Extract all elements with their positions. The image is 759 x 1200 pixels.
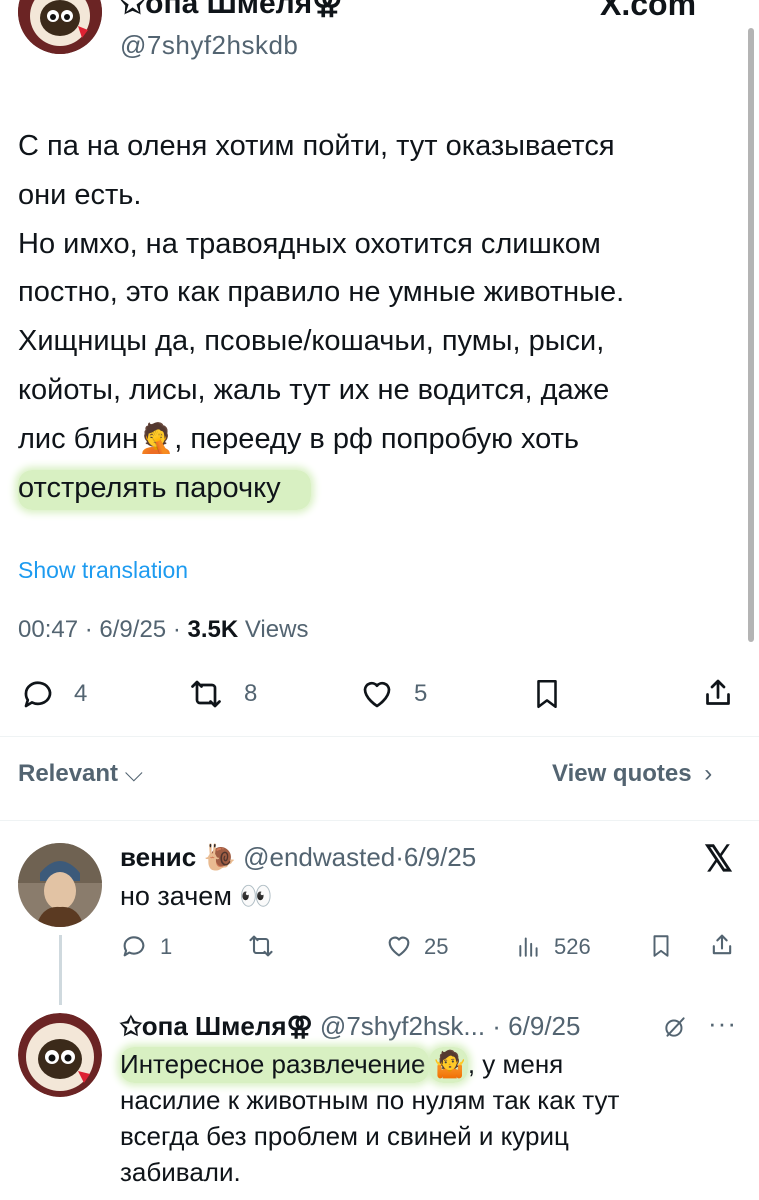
reply-avatar[interactable] <box>18 843 102 927</box>
repost-icon <box>191 680 221 708</box>
reply-author-handle[interactable]: @endwasted <box>243 842 395 872</box>
reply-author-name[interactable]: венис <box>120 842 196 872</box>
separator-dot: · <box>84 616 100 643</box>
chevron-down-icon: ⌵ <box>124 760 143 787</box>
tweet-date: 6/9/25 <box>99 616 167 643</box>
views-icon <box>519 937 538 957</box>
view-quotes-label: View quotes <box>552 760 692 787</box>
view-quotes-link[interactable]: View quotes › <box>552 760 712 788</box>
sort-label: Relevant <box>18 760 119 787</box>
tweet-time: 00:47 <box>18 616 79 643</box>
reply-icon <box>24 681 52 708</box>
reply-text-segment: , у меня <box>467 1049 564 1079</box>
reply-views-count: 526 <box>554 934 591 959</box>
reply-date[interactable]: 6/9/25 <box>404 842 476 872</box>
reply-text-line: забивали. <box>120 1157 241 1187</box>
reply-author-name[interactable]: ✩опа Шмеля⚢ <box>120 1011 313 1041</box>
chevron-right-icon: › <box>704 760 713 787</box>
bookmark-icon[interactable] <box>530 675 564 713</box>
reply-text-content: но зачем <box>120 881 232 911</box>
share-icon[interactable] <box>700 674 736 712</box>
sort-dropdown[interactable]: Relevant ⌵ <box>18 760 143 788</box>
views-count: 3.5K <box>187 616 239 643</box>
reply-reply-count: 1 <box>160 934 173 959</box>
scrollbar[interactable] <box>748 28 754 642</box>
reply-text-line: всегда без проблем и свиней и куриц <box>120 1121 569 1151</box>
tweet-text-line: Но имхо, на травоядных охотится слишком <box>18 227 601 260</box>
more-options-icon[interactable]: ··· <box>708 1008 737 1039</box>
reply-icon <box>123 936 145 957</box>
repost-count: 8 <box>244 680 258 707</box>
reply-header: венис 🐌 @endwasted·6/9/25 <box>120 842 476 873</box>
divider <box>0 820 759 821</box>
reply-text-line: Интересное развлечение 🤷, у меня <box>120 1046 740 1083</box>
reply-text-line: насилие к животным по нулям так как тут <box>120 1085 620 1115</box>
grok-icon[interactable] <box>662 1014 688 1040</box>
tweet-text-line: С па на оленя хотим пойти, тут оказывает… <box>18 130 615 162</box>
reply-date[interactable]: 6/9/25 <box>508 1011 580 1041</box>
tweet-text: С па на оленя хотим пойти, тут оказывает… <box>18 122 738 512</box>
snail-emoji: 🐌 <box>203 842 236 872</box>
highlighted-text: Интересное развлечение <box>120 1047 430 1083</box>
eyes-emoji: 👀 <box>239 881 274 911</box>
site-label: X.com <box>600 0 697 22</box>
tweet-text-segment: лис блин <box>18 422 139 455</box>
author-handle[interactable]: @7shyf2hskdb <box>120 30 298 61</box>
tweet-meta: 00:47 · 6/9/25 · 3.5K Views <box>18 616 308 644</box>
facepalm-emoji: 🤦 <box>138 422 175 455</box>
author-name[interactable]: ✩опа Шмеля⚢ <box>120 0 342 21</box>
heart-icon <box>388 936 410 957</box>
separator-dot: · <box>485 1011 509 1041</box>
heart-icon <box>363 681 391 708</box>
highlighted-text: отстрелять парочку <box>18 469 311 510</box>
tweet-text-line: они есть. <box>18 178 142 211</box>
reply-avatar[interactable] <box>18 1013 102 1097</box>
reply-text: Интересное развлечение 🤷, у меня насилие … <box>120 1046 740 1190</box>
reply-count: 4 <box>74 680 88 707</box>
separator-dot: · <box>172 616 188 643</box>
like-count: 5 <box>414 680 428 707</box>
show-translation-link[interactable]: Show translation <box>18 557 188 584</box>
shrug-emoji: 🤷 <box>429 1047 468 1083</box>
reply-author-handle[interactable]: @7shyf2hsk... <box>320 1011 485 1041</box>
tweet-text-line: отстрелять парочку <box>18 464 738 513</box>
separator-dot: · <box>395 842 404 872</box>
thread-line <box>59 935 62 1005</box>
bookmark-icon[interactable] <box>648 931 674 961</box>
author-avatar[interactable] <box>18 0 102 54</box>
tweet-text-line: постно, это как правило не умные животны… <box>18 276 625 309</box>
tweet-text-line: койоты, лисы, жаль тут их не водится, да… <box>18 373 610 406</box>
repost-icon[interactable] <box>245 932 277 960</box>
x-logo-icon: 𝕏 <box>704 838 734 879</box>
tweet-text-line: лис блин🤦, перееду в рф попробую хоть <box>18 415 738 464</box>
reply-header: ✩опа Шмеля⚢ @7shyf2hsk... · 6/9/25 <box>120 1011 580 1042</box>
views-label: Views <box>244 616 309 643</box>
tweet-text-segment: , перееду в рф попробую хоть <box>174 422 580 455</box>
divider <box>0 736 759 737</box>
share-icon[interactable] <box>708 930 736 960</box>
tweet-text-line: Хищницы да, псовые/кошачьи, пумы, рыси, <box>18 325 605 358</box>
reply-text: но зачем 👀 <box>120 880 273 912</box>
reply-like-count: 25 <box>424 934 449 959</box>
